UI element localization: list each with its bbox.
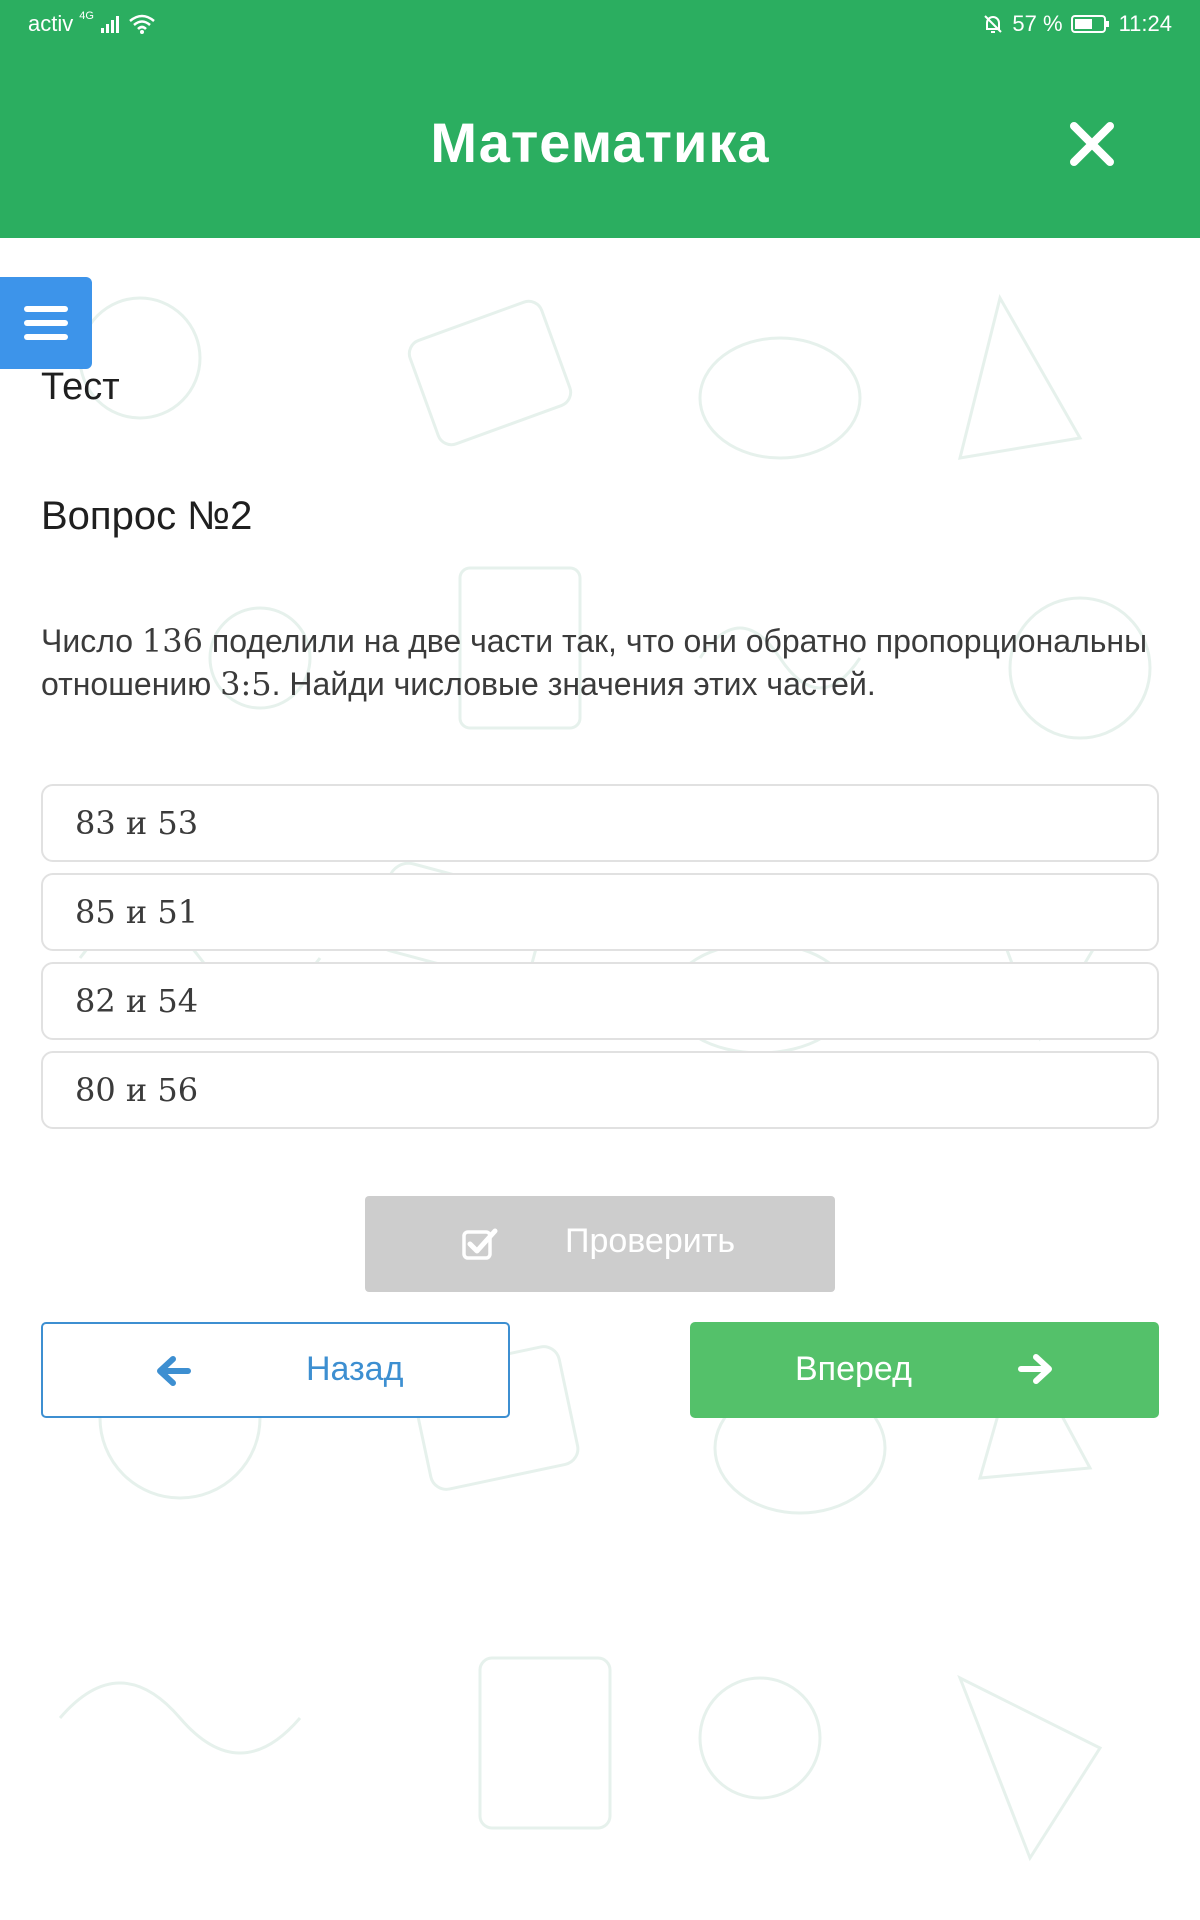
- next-button-label: Вперед: [795, 1350, 912, 1388]
- close-icon[interactable]: [1066, 118, 1118, 170]
- status-right: 57 % 11:24: [982, 11, 1172, 37]
- arrow-left-icon: [157, 1356, 191, 1386]
- answer-option[interactable]: 85 и 51: [41, 873, 1159, 951]
- answer-option[interactable]: 82 и 54: [41, 962, 1159, 1040]
- question-title: Вопрос №2: [41, 494, 253, 538]
- question-text: Число 136 поделили на две части так, что…: [41, 620, 1161, 706]
- answer-options: 83 и 53 85 и 51 82 и 54 80 и 56: [41, 784, 1159, 1140]
- hamburger-icon: [24, 306, 68, 340]
- app-header: activ 4G 57 % 11:24 Математика: [0, 0, 1200, 238]
- checkbox-check-icon: [462, 1228, 498, 1260]
- section-label: Тест: [41, 366, 120, 408]
- back-button[interactable]: Назад: [41, 1322, 510, 1418]
- check-button[interactable]: Проверить: [365, 1196, 835, 1292]
- bell-off-icon: [984, 15, 1003, 33]
- answer-option[interactable]: 83 и 53: [41, 784, 1159, 862]
- status-bar: activ 4G 57 % 11:24: [0, 0, 1200, 50]
- battery-percent: 57 %: [1012, 11, 1063, 36]
- arrow-right-icon: [1018, 1354, 1052, 1384]
- answer-option[interactable]: 80 и 56: [41, 1051, 1159, 1129]
- page-title: Математика: [430, 111, 770, 174]
- carrier-label: activ: [28, 11, 74, 36]
- back-button-label: Назад: [306, 1350, 404, 1388]
- question-text-part: Число: [41, 623, 142, 659]
- wifi-icon: [129, 14, 155, 34]
- question-text-part: . Найди числовые значения этих частей.: [271, 666, 876, 702]
- question-ratio: 3:5: [220, 665, 272, 703]
- status-left: activ 4G: [28, 10, 156, 37]
- battery-icon: [1070, 15, 1109, 33]
- check-button-label: Проверить: [565, 1222, 736, 1260]
- question-number: 136: [141, 622, 203, 660]
- signal-icon: [100, 16, 119, 33]
- app-screen: activ 4G 57 % 11:24 Математика Тест Вопр…: [0, 0, 1200, 1920]
- network-type: 4G: [79, 10, 94, 22]
- next-button[interactable]: Вперед: [690, 1322, 1159, 1418]
- clock-time: 11:24: [1118, 11, 1172, 36]
- menu-button[interactable]: [0, 277, 92, 369]
